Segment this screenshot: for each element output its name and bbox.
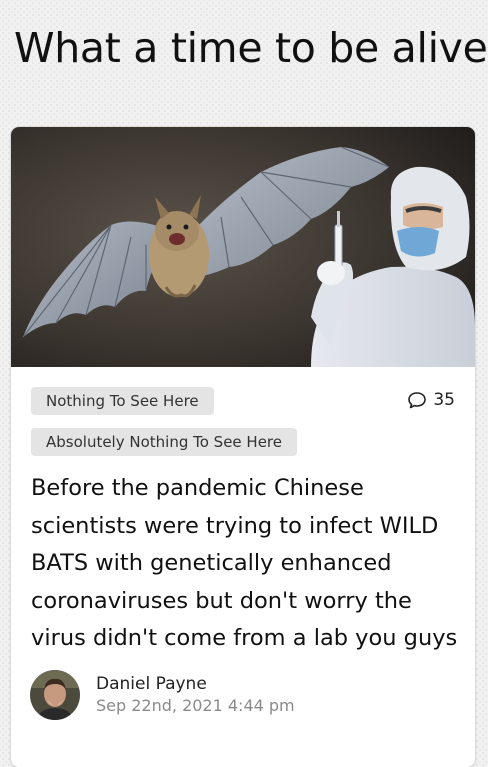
comments-link[interactable]: 35: [407, 390, 455, 410]
author-name[interactable]: Daniel Payne: [96, 673, 295, 695]
post-image[interactable]: [11, 127, 475, 367]
page-title: What a time to be alive: [14, 24, 488, 72]
comment-count: 35: [433, 390, 455, 410]
speech-bubble-icon: [408, 392, 427, 409]
post-date: Sep 22nd, 2021 4:44 pm: [96, 696, 295, 715]
tag-absolutely-nothing-to-see-here[interactable]: Absolutely Nothing To See Here: [31, 428, 298, 456]
tag-nothing-to-see-here[interactable]: Nothing To See Here: [31, 387, 214, 415]
avatar[interactable]: [30, 670, 80, 720]
post-card[interactable]: Nothing To See Here Absolutely Nothing T…: [11, 127, 475, 767]
author-block: Daniel Payne Sep 22nd, 2021 4:44 pm: [30, 670, 295, 720]
post-headline[interactable]: Before the pandemic Chinese scientists w…: [31, 470, 461, 658]
